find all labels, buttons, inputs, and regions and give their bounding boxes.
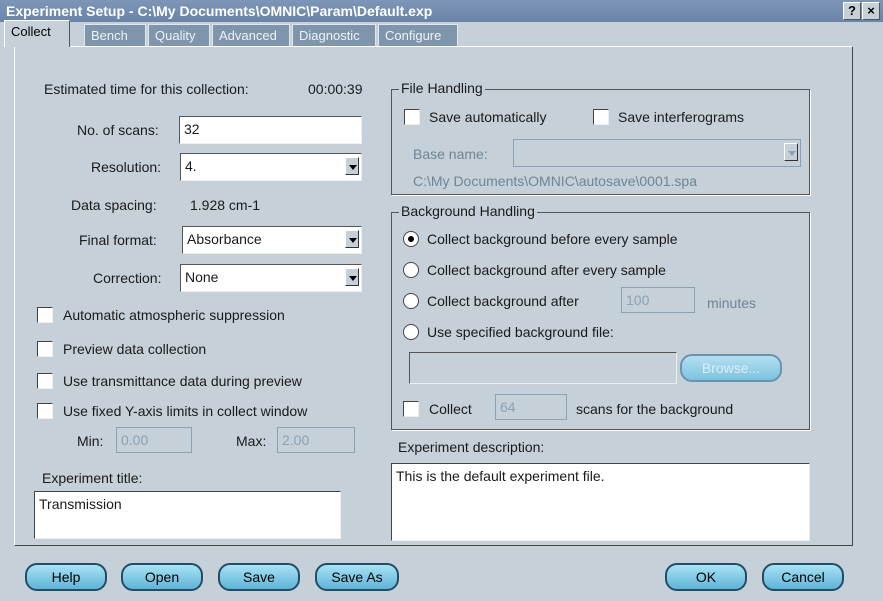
autosave-path: C:\My Documents\OMNIC\autosave\0001.spa xyxy=(413,173,698,189)
atmospheric-suppression-label: Automatic atmospheric suppression xyxy=(63,307,285,323)
radio-bg-after-minutes[interactable] xyxy=(403,293,419,309)
transmittance-preview-label: Use transmittance data during preview xyxy=(63,373,302,389)
correction-label: Correction: xyxy=(93,270,162,286)
correction-value: None xyxy=(185,269,219,285)
experiment-title-label: Experiment title: xyxy=(42,470,143,486)
spacing-label: Data spacing: xyxy=(71,197,157,213)
resolution-select[interactable]: 4. xyxy=(180,153,362,181)
scans-input[interactable]: 32 xyxy=(179,116,362,144)
bg-scans-suffix: scans for the background xyxy=(576,401,734,417)
tab-quality[interactable]: Quality xyxy=(148,24,210,46)
chevron-down-icon[interactable] xyxy=(345,230,359,248)
chevron-down-icon[interactable] xyxy=(345,157,359,175)
min-input[interactable]: 0.00 xyxy=(116,427,192,453)
bg-file-label: Use specified background file: xyxy=(427,324,614,340)
preview-label: Preview data collection xyxy=(63,341,207,357)
collect-panel: Estimated time for this collection: 00:0… xyxy=(14,46,853,546)
fixed-y-axis-checkbox[interactable] xyxy=(37,403,53,419)
experiment-title-input[interactable]: Transmission xyxy=(34,491,341,539)
chevron-down-icon[interactable] xyxy=(784,143,798,161)
window-titlebar: Experiment Setup - C:\My Documents\OMNIC… xyxy=(0,0,883,22)
help-icon[interactable]: ? xyxy=(843,2,861,20)
tab-advanced[interactable]: Advanced xyxy=(212,24,290,46)
open-button[interactable]: Open xyxy=(121,563,203,591)
tab-configure[interactable]: Configure xyxy=(378,24,458,46)
bg-collect-checkbox[interactable] xyxy=(403,401,419,417)
save-interferograms-label: Save interferograms xyxy=(618,109,745,125)
save-button[interactable]: Save xyxy=(218,563,300,591)
final-format-label: Final format: xyxy=(79,232,157,248)
minutes-label: minutes xyxy=(707,295,757,311)
window-title: Experiment Setup - C:\My Documents\OMNIC… xyxy=(6,3,433,19)
bg-after-sample-label: Collect background after every sample xyxy=(427,262,666,278)
bg-collect-label: Collect xyxy=(429,401,472,417)
close-icon[interactable]: × xyxy=(862,2,880,20)
min-label: Min: xyxy=(77,433,104,449)
radio-bg-before[interactable] xyxy=(403,231,419,247)
save-interferograms-checkbox[interactable] xyxy=(593,109,609,125)
scans-label: No. of scans: xyxy=(77,122,159,138)
save-as-button[interactable]: Save As xyxy=(315,563,399,591)
final-format-value: Absorbance xyxy=(187,231,262,247)
base-name-select[interactable] xyxy=(513,139,801,167)
base-name-label: Base name: xyxy=(413,146,488,162)
est-time-value: 00:00:39 xyxy=(308,81,363,97)
resolution-value: 4. xyxy=(185,158,197,174)
radio-bg-after-sample[interactable] xyxy=(403,262,419,278)
preview-checkbox[interactable] xyxy=(37,341,53,357)
chevron-down-icon[interactable] xyxy=(345,268,359,286)
atmospheric-suppression-checkbox[interactable] xyxy=(37,307,53,323)
max-input[interactable]: 2.00 xyxy=(277,427,355,453)
cancel-button[interactable]: Cancel xyxy=(762,563,844,591)
tab-collect[interactable]: Collect xyxy=(4,20,70,47)
correction-select[interactable]: None xyxy=(180,264,362,292)
bg-before-label: Collect background before every sample xyxy=(427,231,678,247)
background-handling-title: Background Handling xyxy=(399,203,537,219)
bg-minutes-input[interactable]: 100 xyxy=(621,287,695,313)
experiment-description-label: Experiment description: xyxy=(398,439,545,455)
experiment-description-input[interactable]: This is the default experiment file. xyxy=(391,463,810,541)
bg-after-minutes-label: Collect background after xyxy=(427,293,579,309)
tab-bench[interactable]: Bench xyxy=(84,24,146,46)
resolution-label: Resolution: xyxy=(91,159,162,175)
help-button[interactable]: Help xyxy=(25,563,107,591)
browse-button[interactable]: Browse... xyxy=(680,354,782,382)
ok-button[interactable]: OK xyxy=(665,563,747,591)
save-automatically-checkbox[interactable] xyxy=(404,109,420,125)
save-automatically-label: Save automatically xyxy=(429,109,547,125)
final-format-select[interactable]: Absorbance xyxy=(182,226,362,254)
radio-bg-file[interactable] xyxy=(403,324,419,340)
spacing-value: 1.928 cm-1 xyxy=(190,197,261,213)
bg-scans-input[interactable]: 64 xyxy=(495,394,567,420)
file-handling-title: File Handling xyxy=(399,80,485,96)
transmittance-preview-checkbox[interactable] xyxy=(37,373,53,389)
bg-file-input[interactable] xyxy=(409,352,677,384)
fixed-y-axis-label: Use fixed Y-axis limits in collect windo… xyxy=(63,403,308,419)
tab-diagnostic[interactable]: Diagnostic xyxy=(292,24,376,46)
max-label: Max: xyxy=(236,433,267,449)
est-time-label: Estimated time for this collection: xyxy=(44,81,249,97)
